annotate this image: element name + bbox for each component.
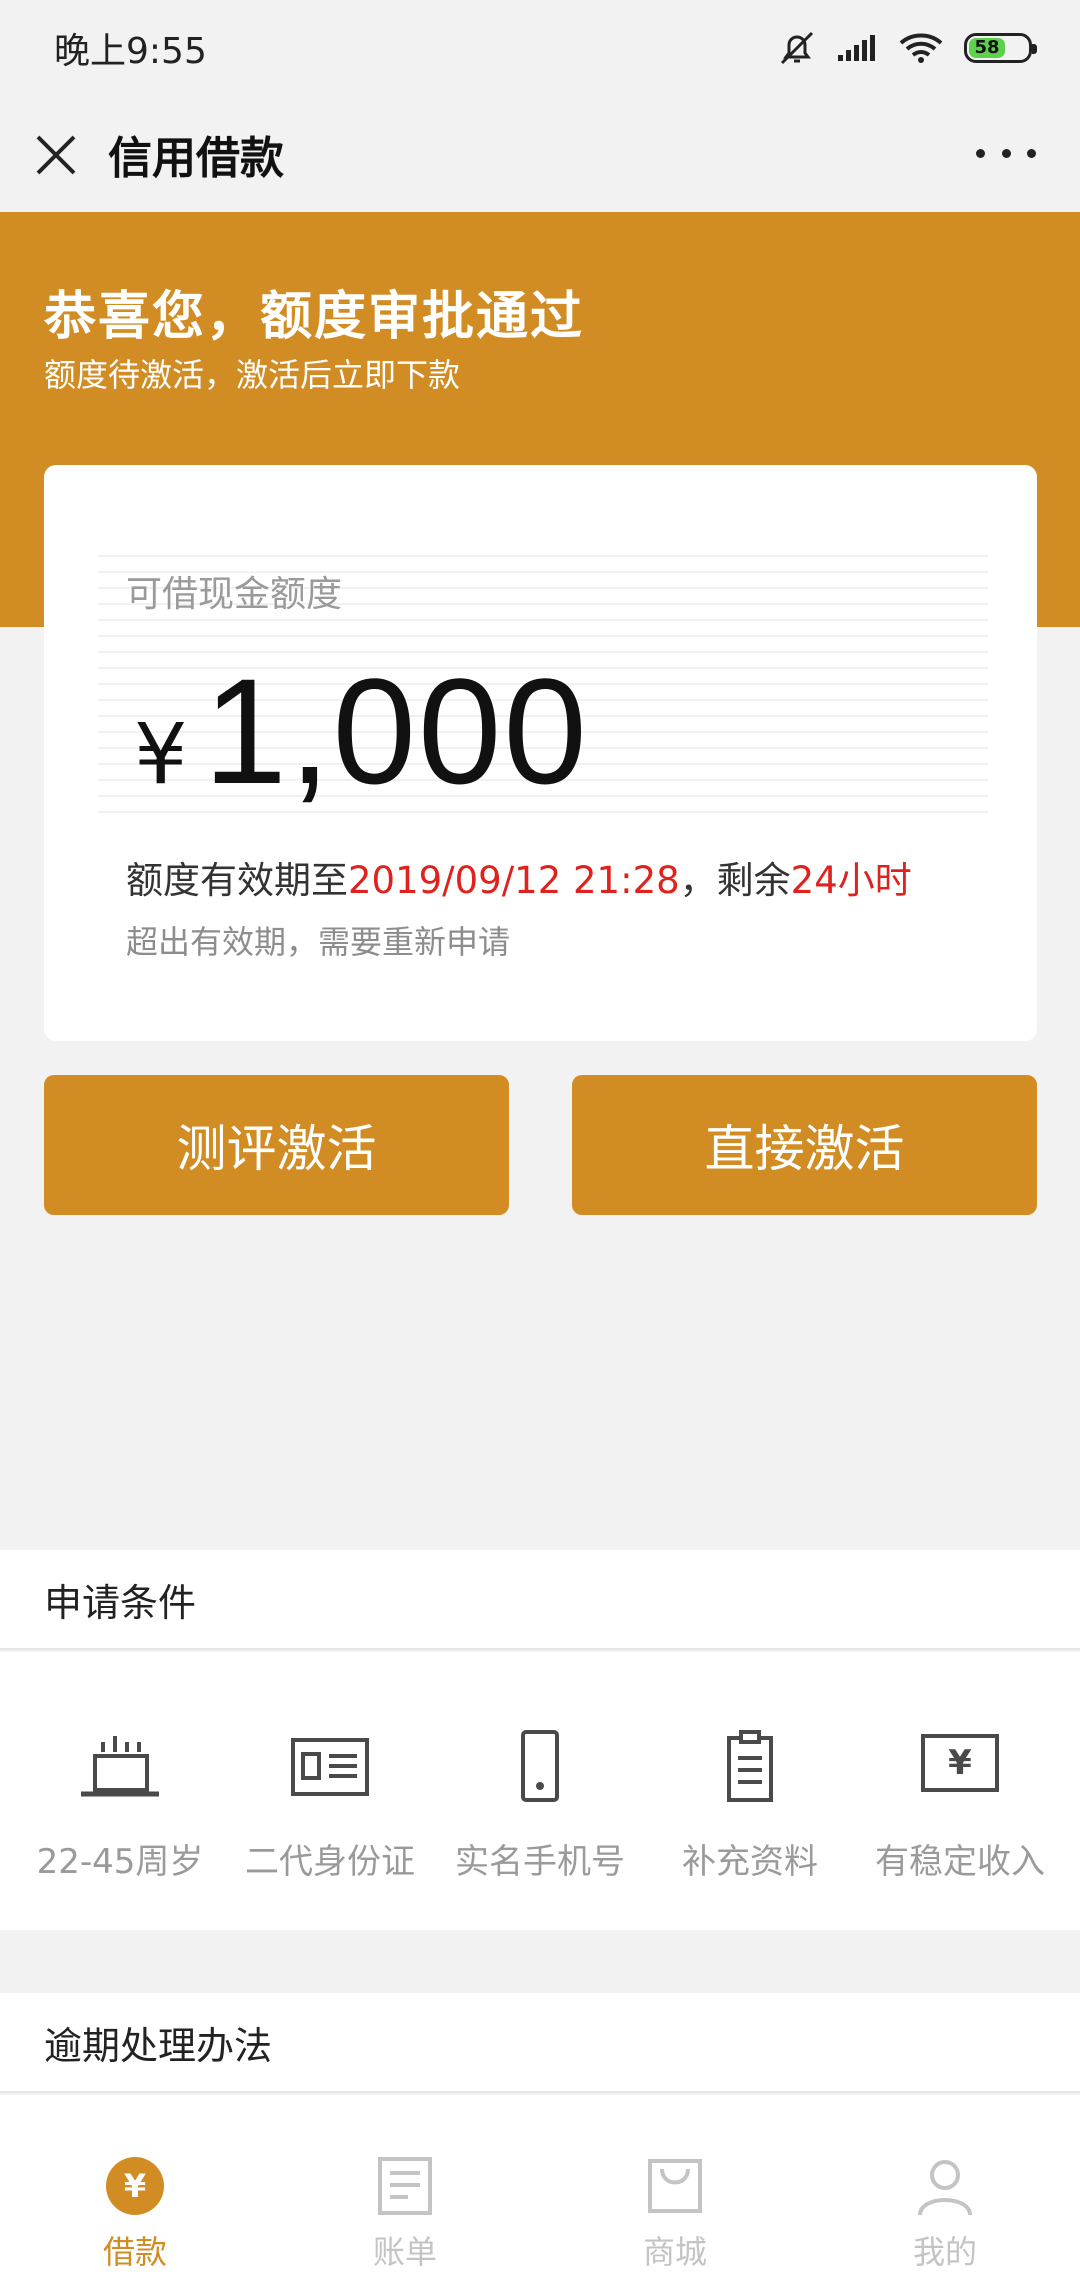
phone-icon (521, 1730, 559, 1802)
page-title: 信用借款 (108, 132, 284, 184)
status-icons: 58 (778, 31, 1037, 65)
condition-age: 22-45周岁 (20, 1652, 220, 1930)
yen-coin-icon: ¥ (106, 2157, 164, 2215)
shop-icon (648, 2159, 702, 2213)
battery-icon: 58 (964, 32, 1037, 63)
id-card-icon (291, 1738, 369, 1796)
banner-subtitle: 额度待激活，激活后立即下款 (44, 356, 461, 394)
validity-prefix: 额度有效期至 (126, 859, 348, 902)
condition-label: 二代身份证 (245, 1842, 415, 1882)
battery-level: 58 (969, 37, 1005, 58)
currency-symbol: ¥ (134, 705, 188, 803)
apply-conditions-header: 申请条件 (0, 1550, 1080, 1650)
amount-value: 1,000 (203, 647, 589, 815)
svg-text:¥: ¥ (948, 1743, 972, 1783)
tab-label: 我的 (912, 2233, 977, 2271)
direct-activate-button[interactable]: 直接激活 (572, 1075, 1037, 1215)
tab-shop[interactable]: 商城 (575, 2095, 775, 2280)
apply-conditions-title: 申请条件 (44, 1580, 197, 1625)
remaining-time: 24小时 (790, 859, 912, 902)
condition-label: 22-45周岁 (36, 1842, 204, 1882)
tab-label: 商城 (642, 2233, 707, 2271)
tab-label: 借款 (102, 2233, 167, 2271)
tab-loan[interactable]: ¥ 借款 (35, 2095, 235, 2280)
overdue-policy-title: 逾期处理办法 (44, 2023, 273, 2068)
condition-materials: 补充资料 (650, 1652, 850, 1930)
income-icon: ¥ (921, 1734, 999, 1792)
apply-conditions-list: 22-45周岁 二代身份证 实名手机号 补充资料 ¥ 有稳定收入 (0, 1652, 1080, 1930)
validity-date: 2019/09/12 21:28 (348, 859, 680, 902)
condition-label: 实名手机号 (455, 1842, 625, 1882)
close-icon[interactable] (32, 123, 80, 183)
validity-mid: ，剩余 (679, 859, 791, 902)
overdue-policy-header[interactable]: 逾期处理办法 (0, 1993, 1080, 2093)
cake-icon (81, 1736, 159, 1797)
credit-card-panel: 可借现金额度 ¥ 1,000 额度有效期至2019/09/12 21:28，剩余… (44, 465, 1037, 1041)
status-bar: 晚上9:55 58 (0, 0, 1080, 95)
tab-bill[interactable]: 账单 (305, 2095, 505, 2280)
nav-bar: 信用借款 (0, 95, 1080, 212)
condition-income: ¥ 有稳定收入 (860, 1652, 1060, 1930)
clipboard-icon (727, 1730, 773, 1802)
validity-note: 超出有效期，需要重新申请 (126, 923, 511, 961)
condition-id-card: 二代身份证 (230, 1652, 430, 1930)
svg-text:¥: ¥ (124, 2167, 146, 2205)
wifi-icon (899, 33, 943, 63)
user-icon (918, 2160, 972, 2216)
tab-me[interactable]: 我的 (845, 2095, 1045, 2280)
mute-bell-icon (780, 31, 814, 64)
bill-icon (378, 2157, 432, 2215)
condition-label: 有稳定收入 (875, 1842, 1045, 1882)
validity-text: 额度有效期至2019/09/12 21:28，剩余24小时 (126, 850, 912, 904)
status-time: 晚上9:55 (54, 30, 207, 72)
credit-amount: ¥ 1,000 (134, 645, 589, 818)
bottom-tab-bar: ¥ 借款 账单 商城 我的 (0, 2095, 1080, 2280)
available-credit-label: 可借现金额度 (126, 574, 343, 615)
banner-title: 恭喜您，额度审批通过 (44, 287, 585, 347)
condition-label: 补充资料 (682, 1842, 818, 1882)
more-options-icon[interactable] (976, 125, 1036, 181)
tab-label: 账单 (372, 2233, 437, 2271)
evaluate-activate-button[interactable]: 测评激活 (44, 1075, 509, 1215)
condition-phone: 实名手机号 (440, 1652, 640, 1930)
signal-icon (838, 34, 875, 61)
